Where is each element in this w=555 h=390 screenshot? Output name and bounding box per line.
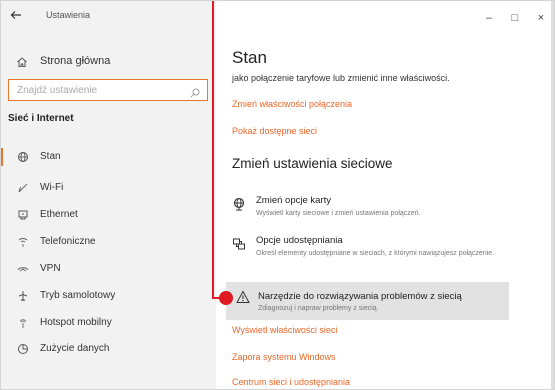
option-desc: Określ elementy udostępniane w sieciach,…: [256, 250, 495, 257]
page-title: Stan: [232, 48, 267, 67]
option-desc: Zdiagnozuj i napraw problemy z siecią.: [258, 305, 379, 312]
option-title: Narzędzie do rozwiązywania problemów z s…: [258, 291, 462, 302]
sidebar-item-wifi[interactable]: Wi-Fi: [0, 175, 216, 201]
sidebar-item-label: Wi-Fi: [40, 182, 64, 193]
change-connection-properties-link[interactable]: Zmień właściwości połączenia: [232, 99, 352, 109]
search-input[interactable]: [9, 80, 189, 100]
option-sharing[interactable]: Opcje udostępniania Określ elementy udos…: [226, 233, 516, 273]
sidebar-item-telefoniczne[interactable]: Telefoniczne: [0, 229, 216, 255]
right-edge-strip: [551, 0, 555, 390]
show-available-networks-link[interactable]: Pokaż dostępne sieci: [232, 126, 317, 136]
sidebar-item-stan[interactable]: Stan: [0, 144, 216, 170]
back-arrow-icon[interactable]: [10, 9, 24, 23]
sidebar-item-label: VPN: [40, 263, 61, 274]
section-title-network-settings: Zmień ustawienia sieciowe: [232, 156, 393, 171]
sidebar-item-label: Telefoniczne: [40, 236, 96, 247]
airplane-icon: [16, 289, 30, 303]
annotation-line-vertical: [212, 0, 214, 299]
option-title: Opcje udostępniania: [256, 235, 343, 246]
hotspot-icon: [16, 316, 30, 330]
section-title: Sieć i Internet: [8, 113, 74, 124]
adapter-icon: [232, 197, 246, 211]
sidebar-item-airplane[interactable]: Tryb samolotowy: [0, 283, 216, 309]
window-title: Ustawienia: [46, 10, 91, 20]
network-center-link[interactable]: Centrum sieci i udostępniania: [232, 377, 350, 387]
home-icon: [16, 55, 28, 67]
option-title: Zmień opcje karty: [256, 195, 331, 206]
home-label: Strona główna: [40, 55, 111, 67]
sidebar-item-label: Stan: [40, 151, 61, 162]
sidebar-item-hotspot[interactable]: Hotspot mobilny: [0, 310, 216, 336]
option-desc: Wyświetl karty sieciowe i zmień ustawien…: [256, 210, 421, 217]
sharing-icon: [232, 237, 246, 251]
option-adapter[interactable]: Zmień opcje karty Wyświetl karty sieciow…: [226, 193, 516, 221]
vpn-icon: [16, 262, 30, 276]
ethernet-icon: [16, 208, 30, 222]
sidebar-item-label: Ethernet: [40, 209, 78, 220]
dialup-icon: [16, 235, 30, 249]
wifi-icon: [16, 181, 30, 195]
sidebar: Ustawienia Strona główna Sieć i Internet…: [0, 0, 216, 390]
search-icon[interactable]: [190, 85, 200, 98]
page-description: jako połączenie taryfowe lub zmienić inn…: [232, 73, 450, 83]
sidebar-item-vpn[interactable]: VPN: [0, 256, 216, 282]
search-box[interactable]: [8, 79, 208, 101]
sidebar-item-home[interactable]: Strona główna: [0, 50, 216, 74]
windows-firewall-link[interactable]: Zapora systemu Windows: [232, 352, 336, 362]
annotation-dot: [219, 291, 233, 305]
option-troubleshooter[interactable]: Narzędzie do rozwiązywania problemów z s…: [226, 282, 509, 320]
sidebar-item-label: Tryb samolotowy: [40, 290, 116, 301]
warning-icon: [236, 290, 250, 304]
sidebar-item-label: Zużycie danych: [40, 343, 110, 354]
globe-icon: [16, 150, 30, 164]
sidebar-item-data-usage[interactable]: Zużycie danych: [0, 336, 216, 362]
sidebar-item-ethernet[interactable]: Ethernet: [0, 202, 216, 228]
data-usage-icon: [16, 342, 30, 356]
view-network-properties-link[interactable]: Wyświetl właściwości sieci: [232, 325, 337, 335]
main-content: Stan jako połączenie taryfowe lub zmieni…: [216, 0, 551, 390]
sidebar-item-label: Hotspot mobilny: [40, 317, 112, 328]
